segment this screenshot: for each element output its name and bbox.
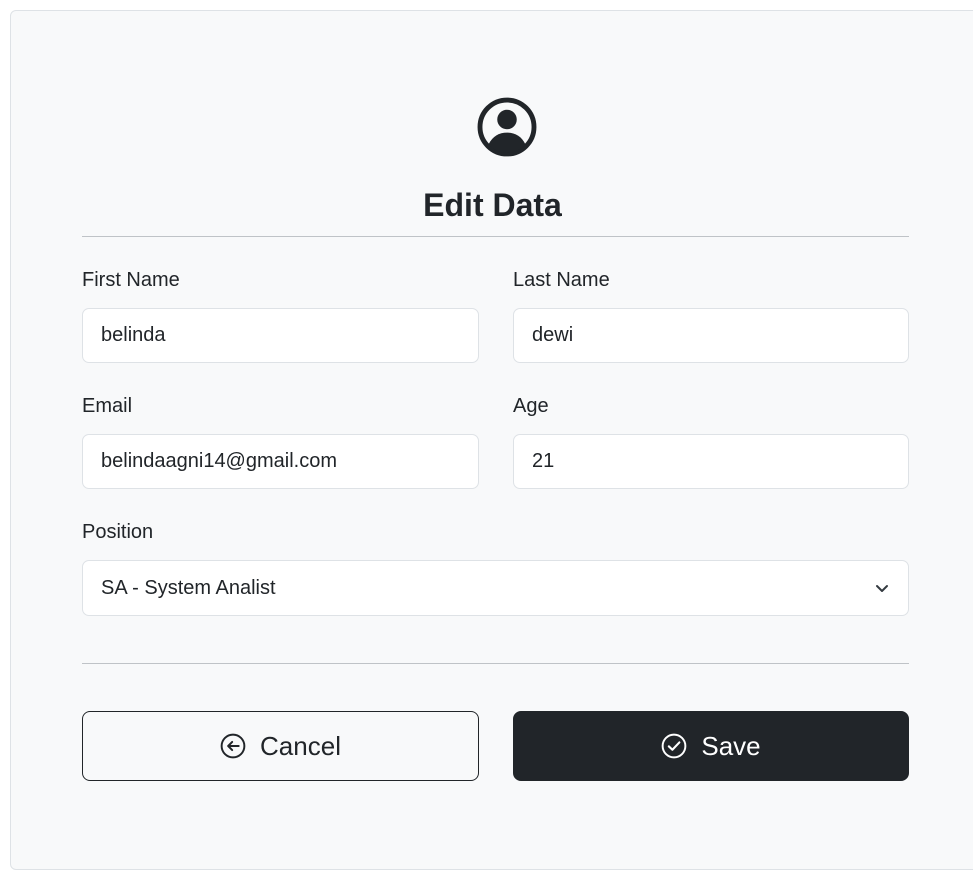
cancel-button-label: Cancel	[260, 730, 341, 761]
chevron-down-icon	[874, 580, 890, 596]
age-input[interactable]	[513, 434, 909, 489]
form-header	[11, 97, 973, 157]
position-select[interactable]: SA - System Analist	[82, 560, 909, 616]
email-label: Email	[82, 395, 133, 417]
last-name-label: Last Name	[513, 269, 610, 291]
page-title: Edit Data	[423, 187, 562, 223]
position-selected-value: SA - System Analist	[101, 576, 276, 599]
last-name-input[interactable]	[513, 308, 909, 363]
arrow-left-circle-icon	[220, 733, 246, 759]
position-label: Position	[82, 521, 154, 543]
person-circle-icon	[477, 97, 537, 157]
first-name-input[interactable]	[82, 308, 479, 363]
footer-divider	[82, 663, 909, 664]
save-button-label: Save	[701, 730, 761, 761]
email-input[interactable]	[82, 434, 479, 489]
cancel-button[interactable]: Cancel	[82, 711, 479, 781]
save-button[interactable]: Save	[513, 711, 909, 781]
header-divider	[82, 236, 909, 237]
first-name-label: First Name	[82, 269, 180, 291]
age-label: Age	[513, 395, 549, 417]
check-circle-icon	[661, 733, 687, 759]
